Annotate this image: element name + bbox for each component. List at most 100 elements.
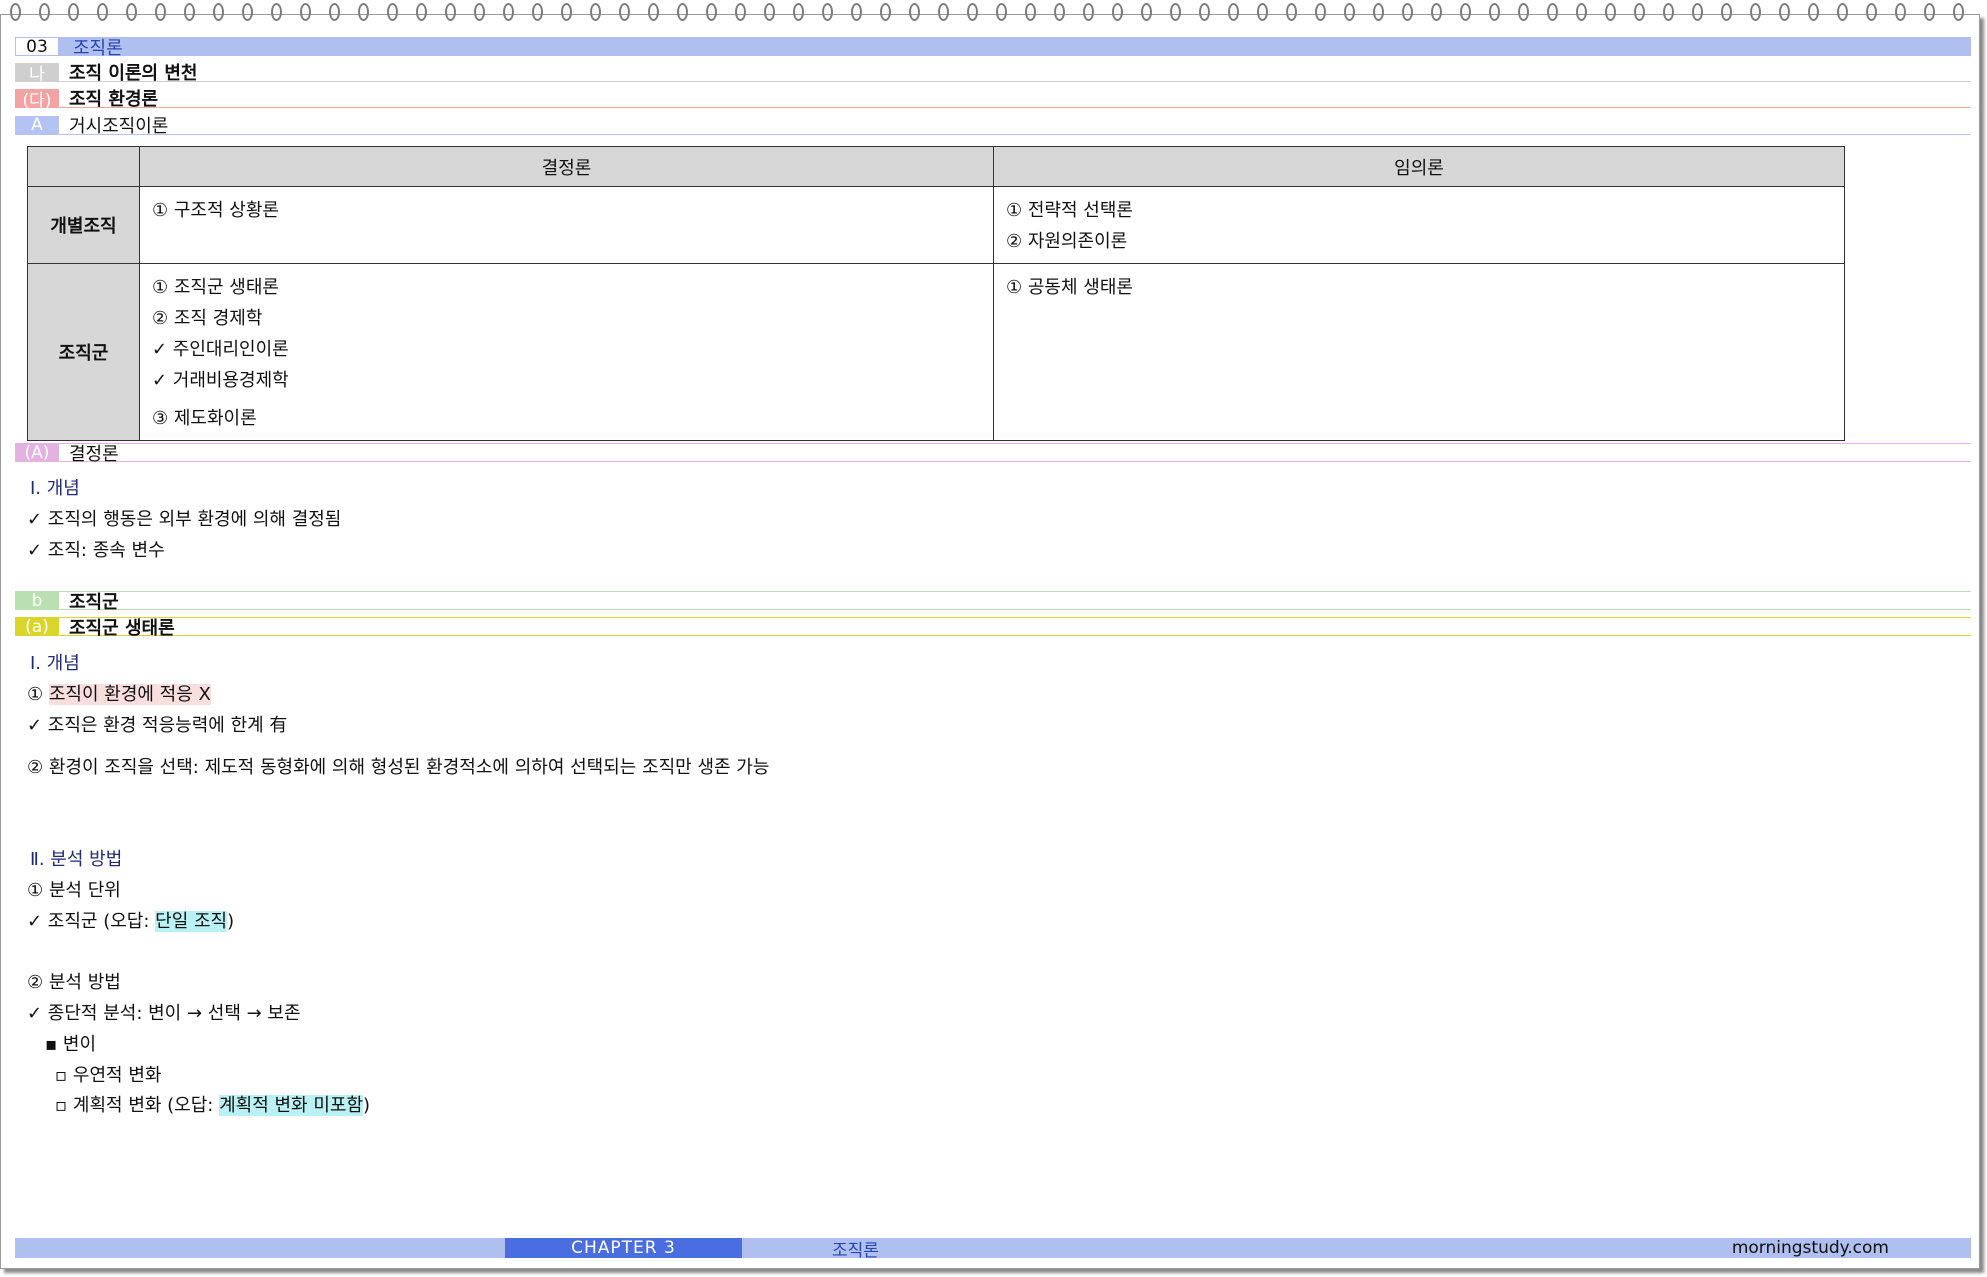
binding-ring-icon	[1547, 3, 1558, 21]
binding-ring-icon	[329, 3, 340, 21]
note-prefix: ▫ 계획적 변화 (오답:	[55, 1095, 220, 1116]
binding-ring-icon	[126, 3, 137, 21]
list-item: ✓ 거래비용경제학	[152, 370, 289, 391]
binding-ring-icon	[1170, 3, 1181, 21]
binding-ring-icon	[1518, 3, 1529, 21]
binding-ring-icon	[1141, 3, 1152, 21]
section-title: 조직 환경론	[69, 89, 159, 110]
binding-ring-icon	[1228, 3, 1239, 21]
sub-bullet-line: ▫ 계획적 변화 (오답: 계획적 변화 미포함)	[55, 1091, 370, 1117]
binding-ring-icon	[996, 3, 1007, 21]
list-item: ① 전략적 선택론	[1006, 200, 1133, 221]
list-item: ② 조직 경제학	[152, 308, 263, 329]
binding-ring-icon	[1199, 3, 1210, 21]
section-title: 조직 이론의 변천	[69, 63, 198, 84]
binding-ring-icon	[909, 3, 920, 21]
list-item: ③ 제도화이론	[152, 408, 257, 429]
table-cell: ① 조직군 생태론 ② 조직 경제학 ✓ 주인대리인이론 ✓ 거래비용경제학 ③…	[139, 263, 994, 441]
binding-ring-icon	[358, 3, 369, 21]
binding-ring-icon	[300, 3, 311, 21]
section-tag: (a)	[15, 617, 59, 637]
list-item: ① 조직군 생태론	[152, 277, 279, 298]
binding-ring-icon	[387, 3, 398, 21]
section-header-population: b 조직군	[15, 591, 1971, 613]
section-title: 조직군 생태론	[69, 617, 175, 639]
note-line: ① 조직이 환경에 적응 X	[27, 680, 211, 706]
section-header-chapter: 03 조직론	[15, 37, 1971, 59]
section-title: 조직론	[73, 37, 123, 59]
highlighted-text: 단일 조직	[155, 911, 228, 932]
binding-ring-icon	[1286, 3, 1297, 21]
binding-ring-icon	[97, 3, 108, 21]
binding-ring-icon	[851, 3, 862, 21]
section-tag: (다)	[15, 88, 59, 111]
binding-ring-icon	[271, 3, 282, 21]
binding-ring-icon	[1663, 3, 1674, 21]
binding-ring-icon	[648, 3, 659, 21]
section-tag: A	[15, 115, 59, 135]
binding-ring-icon	[1953, 3, 1964, 21]
note-line: ② 환경이 조직을 선택: 제도적 동형화에 의해 형성된 환경적소에 의하여 …	[27, 757, 770, 778]
binding-ring-icon	[1460, 3, 1471, 21]
subheading: Ⅰ. 개념	[30, 478, 80, 499]
list-item: ✓ 주인대리인이론	[152, 339, 289, 360]
binding-ring-icon	[1344, 3, 1355, 21]
note-line: ✓ 조직군 (오답: 단일 조직)	[27, 907, 234, 933]
table-corner-cell	[27, 146, 140, 187]
section-title: 거시조직이론	[69, 116, 169, 137]
table-column-header: 결정론	[139, 146, 994, 187]
binding-ring-icon	[590, 3, 601, 21]
binding-ring-icon	[1257, 3, 1268, 21]
binding-ring-icon	[1721, 3, 1732, 21]
binding-ring-icon	[764, 3, 775, 21]
binding-ring-icon	[561, 3, 572, 21]
footer-chapter: CHAPTER 3	[505, 1238, 742, 1258]
note-prefix: ①	[27, 684, 49, 705]
binding-ring-icon	[1808, 3, 1819, 21]
note-line: ✓ 조직은 환경 적응능력에 한계 有	[27, 715, 288, 736]
binding-ring-icon	[1025, 3, 1036, 21]
binding-ring-icon	[1779, 3, 1790, 21]
bullet-line: ▪ 변이	[45, 1034, 97, 1055]
highlighted-text: 조직이 환경에 적응 X	[48, 684, 211, 705]
table-cell: ① 구조적 상황론	[139, 186, 994, 264]
binding-ring-icon	[68, 3, 79, 21]
list-item: ① 구조적 상황론	[152, 200, 279, 221]
section-header-level4: A 거시조직이론	[15, 115, 1971, 137]
note-line: ✓ 조직: 종속 변수	[27, 540, 165, 561]
section-header-level3: (다) 조직 환경론	[15, 88, 1971, 111]
binding-ring-icon	[1373, 3, 1384, 21]
binding-ring-icon	[1083, 3, 1094, 21]
binding-ring-icon	[1576, 3, 1587, 21]
binding-ring-icon	[213, 3, 224, 21]
table-row-header: 조직군	[27, 263, 140, 441]
section-tag: 나	[15, 62, 59, 85]
binding-ring-icon	[1750, 3, 1761, 21]
binding-ring-icon	[474, 3, 485, 21]
binding-ring-icon	[155, 3, 166, 21]
subheading: Ⅱ. 분석 방법	[30, 849, 123, 870]
highlighted-text: 계획적 변화 미포함	[219, 1095, 364, 1116]
binding-ring-icon	[1605, 3, 1616, 21]
note-line: ✓ 종단적 분석: 변이 → 선택 → 보존	[27, 1003, 301, 1024]
note-prefix: ✓ 조직군 (오답:	[27, 911, 156, 932]
note-line: ② 분석 방법	[27, 972, 121, 993]
binding-ring-icon	[1924, 3, 1935, 21]
list-item: ① 공동체 생태론	[1006, 277, 1133, 298]
binding-ring-icon	[822, 3, 833, 21]
binding-ring-icon	[1837, 3, 1848, 21]
binding-ring-icon	[619, 3, 630, 21]
note-suffix: )	[363, 1095, 371, 1116]
binding-ring-icon	[1634, 3, 1645, 21]
binding-ring-icon	[880, 3, 891, 21]
note-line: ✓ 조직의 행동은 외부 환경에 의해 결정됨	[27, 509, 342, 530]
binding-ring-icon	[735, 3, 746, 21]
table-column-header: 임의론	[993, 146, 1845, 187]
binding-ring-icon	[1315, 3, 1326, 21]
binding-ring-icon	[184, 3, 195, 21]
binding-ring-icon	[1489, 3, 1500, 21]
binding-ring-icon	[938, 3, 949, 21]
binding-ring-icon	[10, 3, 21, 21]
note-line: ① 분석 단위	[27, 880, 121, 901]
binding-ring-icon	[242, 3, 253, 21]
